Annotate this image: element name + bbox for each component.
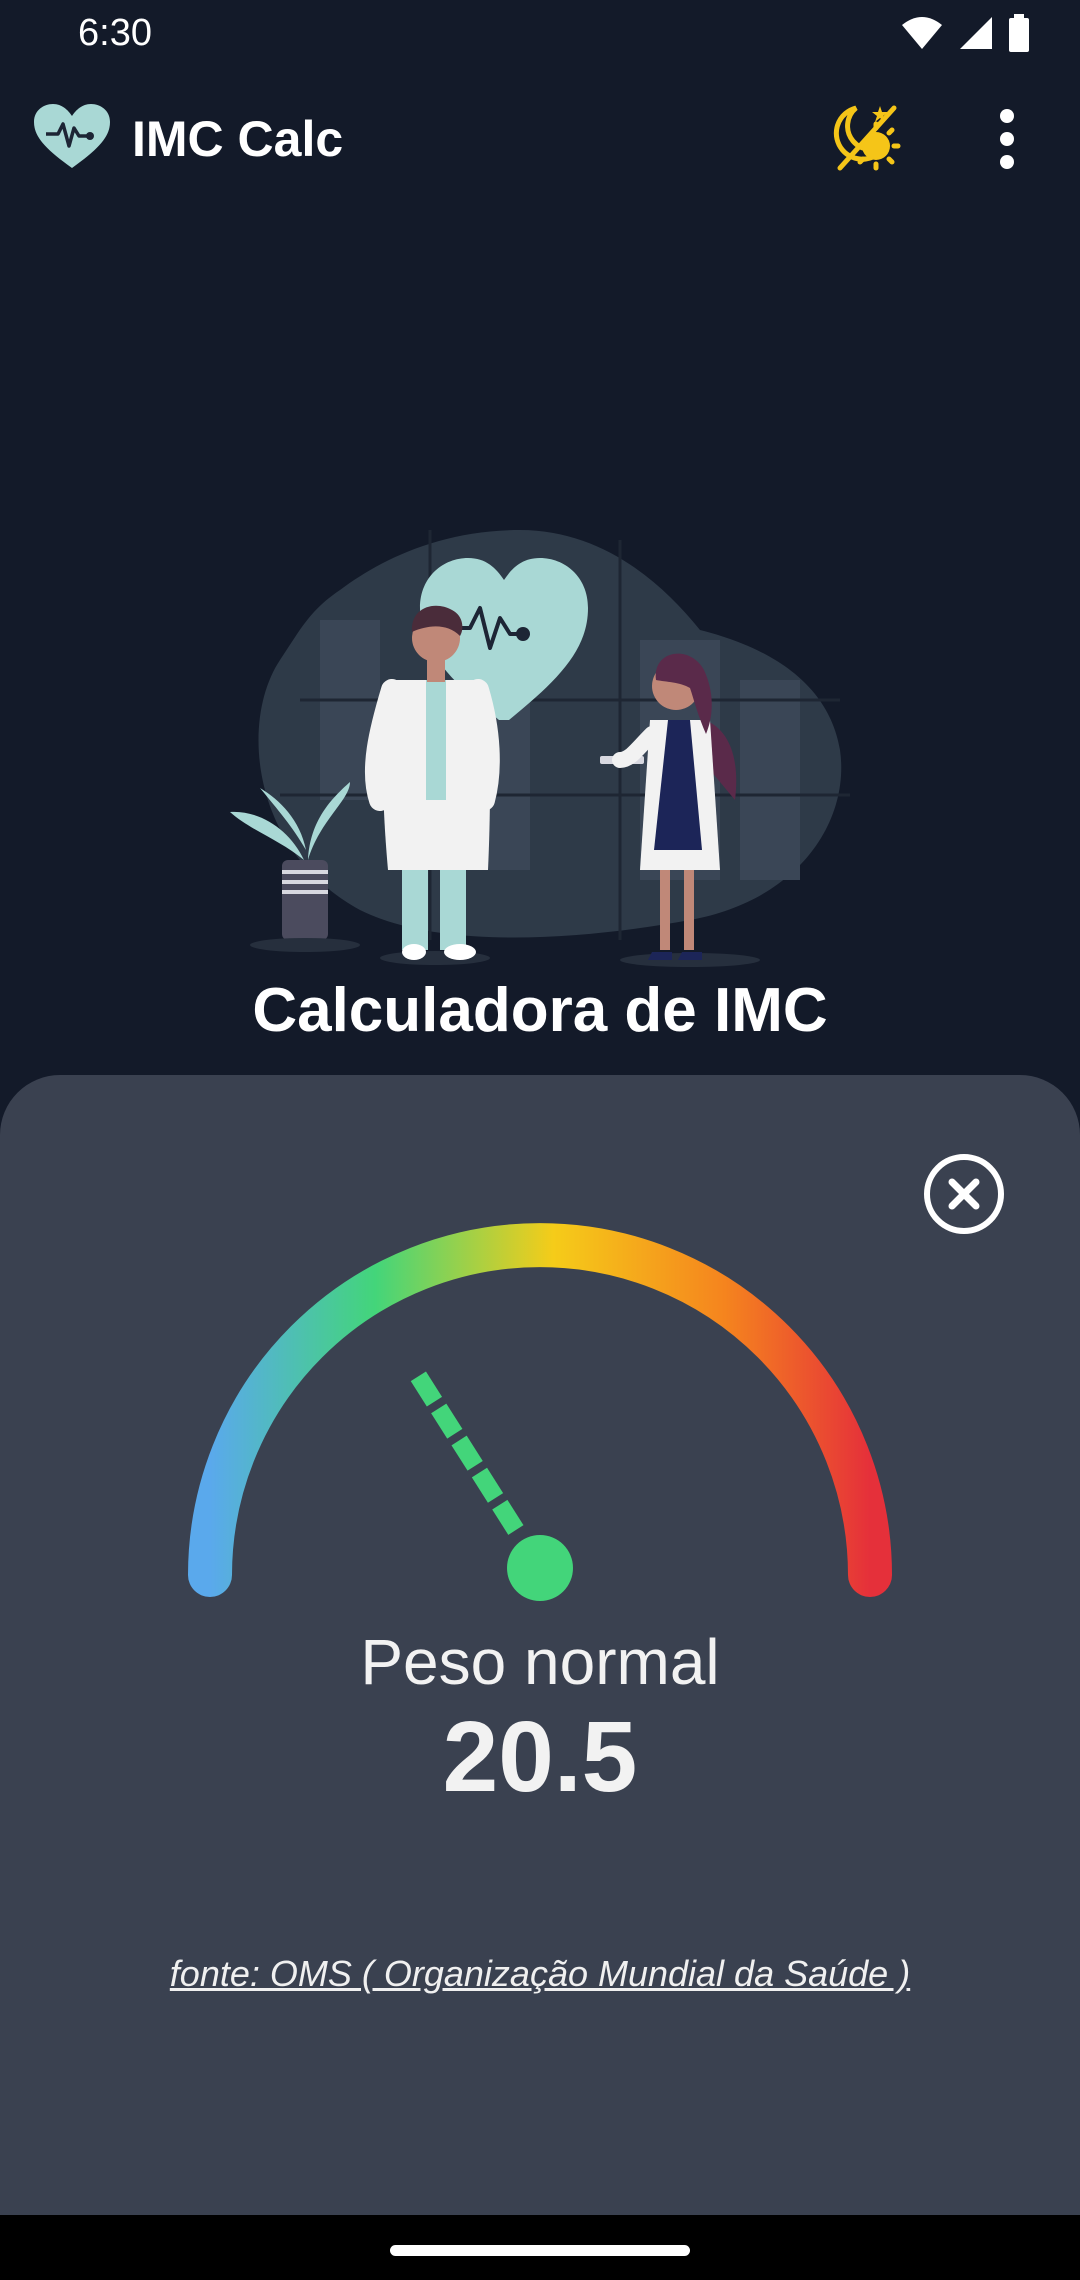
hero-title: Calculadora de IMC [252,976,828,1045]
navigation-bar [0,2215,1080,2280]
bmi-category-label: Peso normal [360,1626,720,1698]
bmi-gauge [188,1223,892,1601]
gauge-needle-dash [492,1499,524,1535]
gauge-needle-pivot [507,1535,573,1601]
status-bar: 6:30 [0,0,1080,70]
gauge-needle-dash [431,1403,463,1439]
wifi-icon [902,17,942,49]
theme-toggle-icon[interactable] [826,98,906,178]
doctors-illustration [230,530,850,967]
gauge-needle-dash [410,1371,443,1407]
gauge-needle-dash [471,1467,504,1503]
app-title: IMC Calc [132,111,344,167]
more-vert-icon[interactable] [990,106,1024,172]
gauge-needle-dash [451,1435,483,1471]
close-icon[interactable] [922,1152,1006,1236]
status-icons [900,14,1030,52]
signal-icon [960,17,992,49]
gauge-arc [188,1223,892,1597]
app-bar: IMC Calc [0,90,1080,190]
status-time: 6:30 [78,12,152,54]
gauge-needle [410,1371,524,1535]
battery-icon [1009,14,1029,52]
source-link[interactable]: fonte: OMS ( Organização Mundial da Saúd… [0,1953,1080,1995]
home-gesture-handle[interactable] [390,2245,690,2256]
heart-pulse-logo-icon [34,104,110,168]
bmi-value: 20.5 [442,1701,638,1813]
